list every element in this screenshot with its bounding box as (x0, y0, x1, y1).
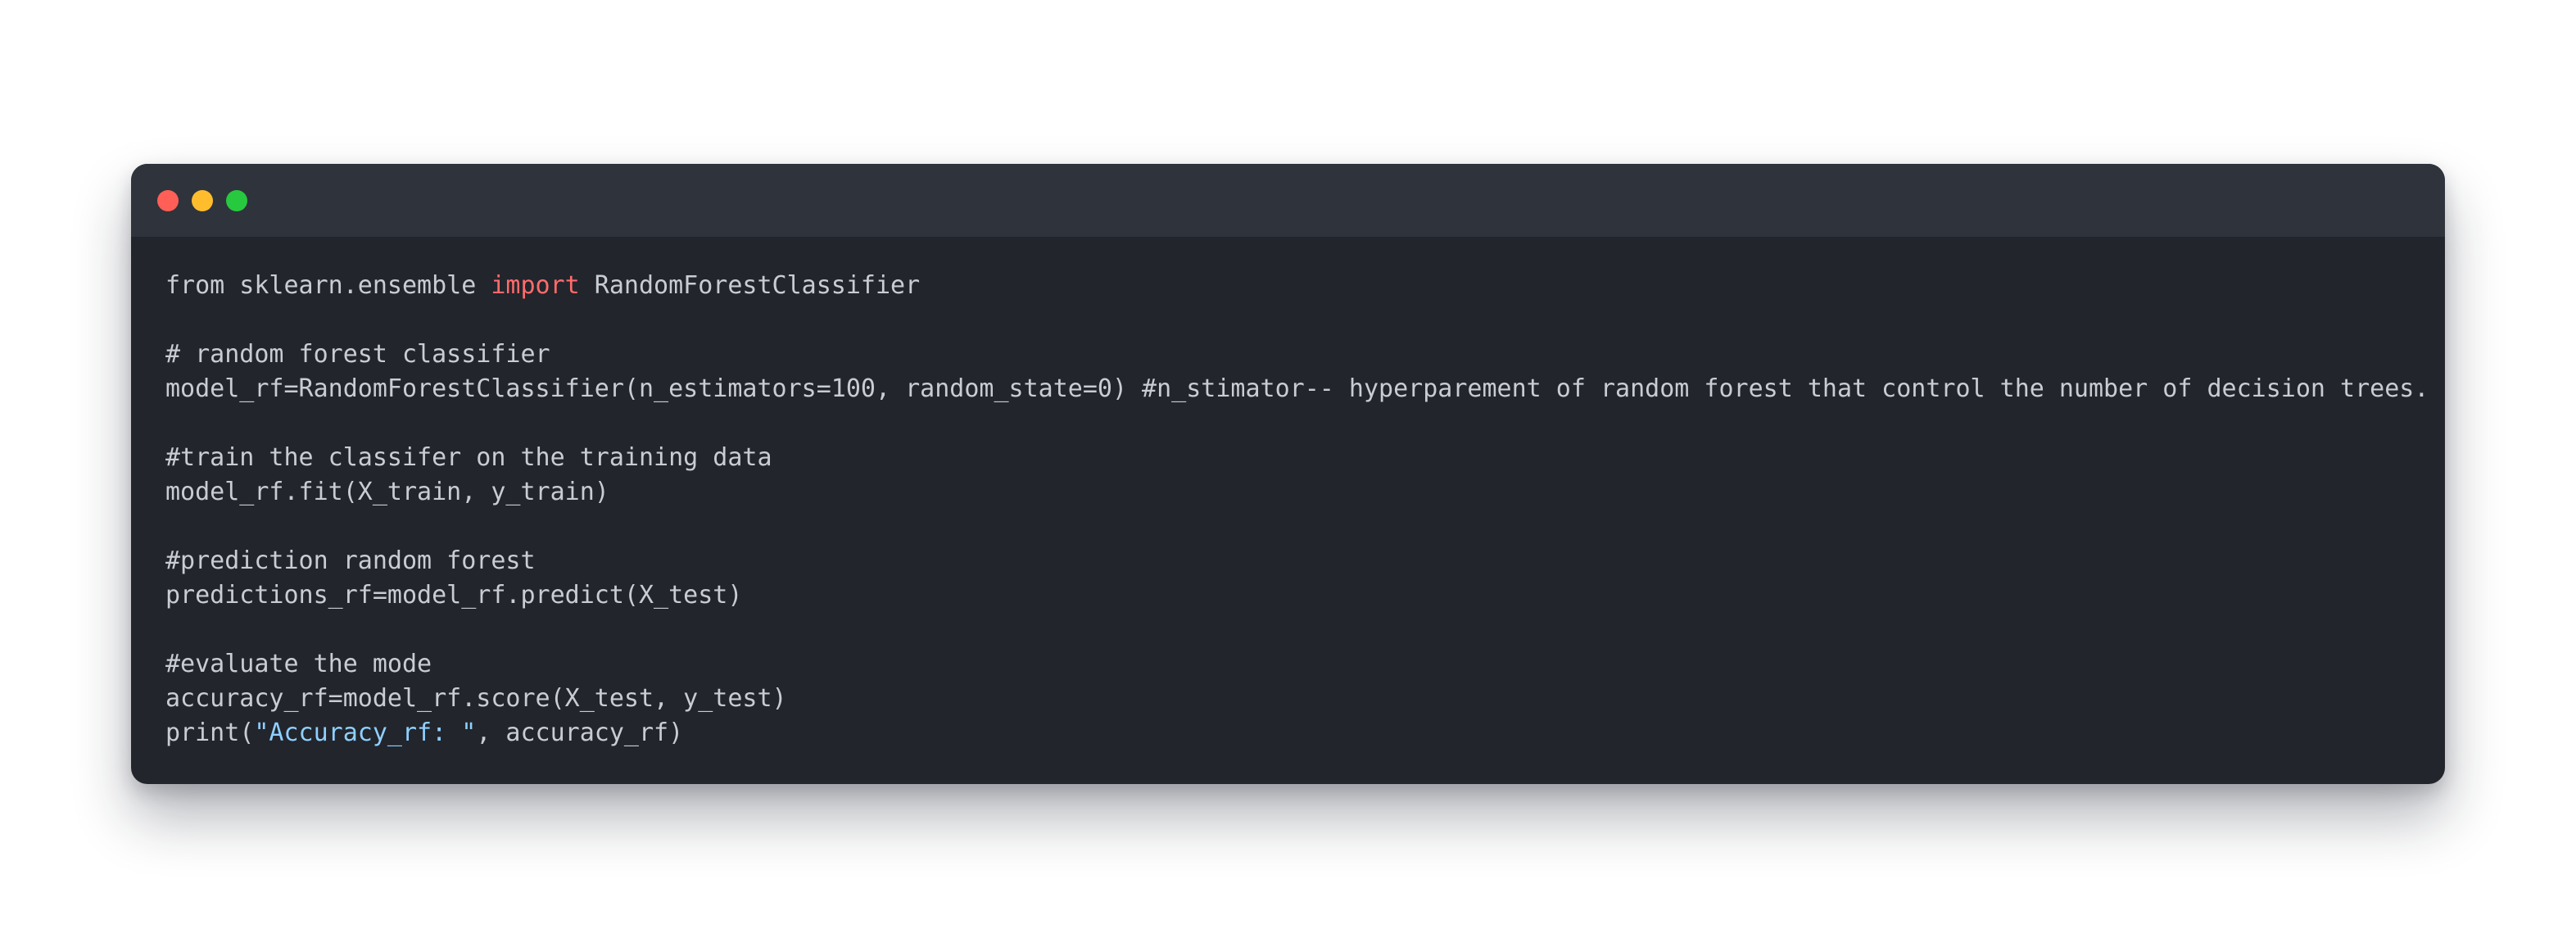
code-line: model_rf=RandomForestClassifier(n_estima… (165, 372, 2429, 406)
code-text: model_rf=RandomForestClassifier(n_estima… (165, 374, 2429, 403)
code-text: from sklearn.ensemble (165, 271, 491, 300)
code-text: RandomForestClassifier (579, 271, 921, 300)
close-dot-icon[interactable] (157, 190, 179, 211)
code-line: #train the classifer on the training dat… (165, 441, 2429, 475)
window-titlebar (131, 164, 2445, 237)
code-window: from sklearn.ensemble import RandomFores… (131, 164, 2445, 784)
code-text: #train the classifer on the training dat… (165, 443, 772, 472)
code-text: #evaluate the mode (165, 650, 432, 678)
code-line: # random forest classifier (165, 338, 2429, 372)
code-text: accuracy_rf=model_rf.score(X_test, y_tes… (165, 684, 787, 713)
code-string: "Accuracy_rf: " (254, 719, 477, 747)
code-line: from sklearn.ensemble import RandomFores… (165, 269, 2429, 303)
minimize-dot-icon[interactable] (192, 190, 213, 211)
code-text: print( (165, 719, 255, 747)
code-line: accuracy_rf=model_rf.score(X_test, y_tes… (165, 682, 2429, 716)
code-line: #evaluate the mode (165, 647, 2429, 682)
maximize-dot-icon[interactable] (226, 190, 247, 211)
code-keyword: import (491, 271, 580, 300)
code-line: print("Accuracy_rf: ", accuracy_rf) (165, 716, 2429, 750)
code-text: predictions_rf=model_rf.predict(X_test) (165, 581, 743, 610)
code-text: model_rf.fit(X_train, y_train) (165, 478, 609, 506)
code-text: #prediction random forest (165, 546, 536, 575)
code-line: #prediction random forest (165, 544, 2429, 578)
code-text: , accuracy_rf) (476, 719, 684, 747)
code-line: model_rf.fit(X_train, y_train) (165, 475, 2429, 510)
code-line: predictions_rf=model_rf.predict(X_test) (165, 578, 2429, 613)
code-text: # random forest classifier (165, 340, 550, 369)
code-block: from sklearn.ensemble import RandomFores… (165, 269, 2429, 750)
